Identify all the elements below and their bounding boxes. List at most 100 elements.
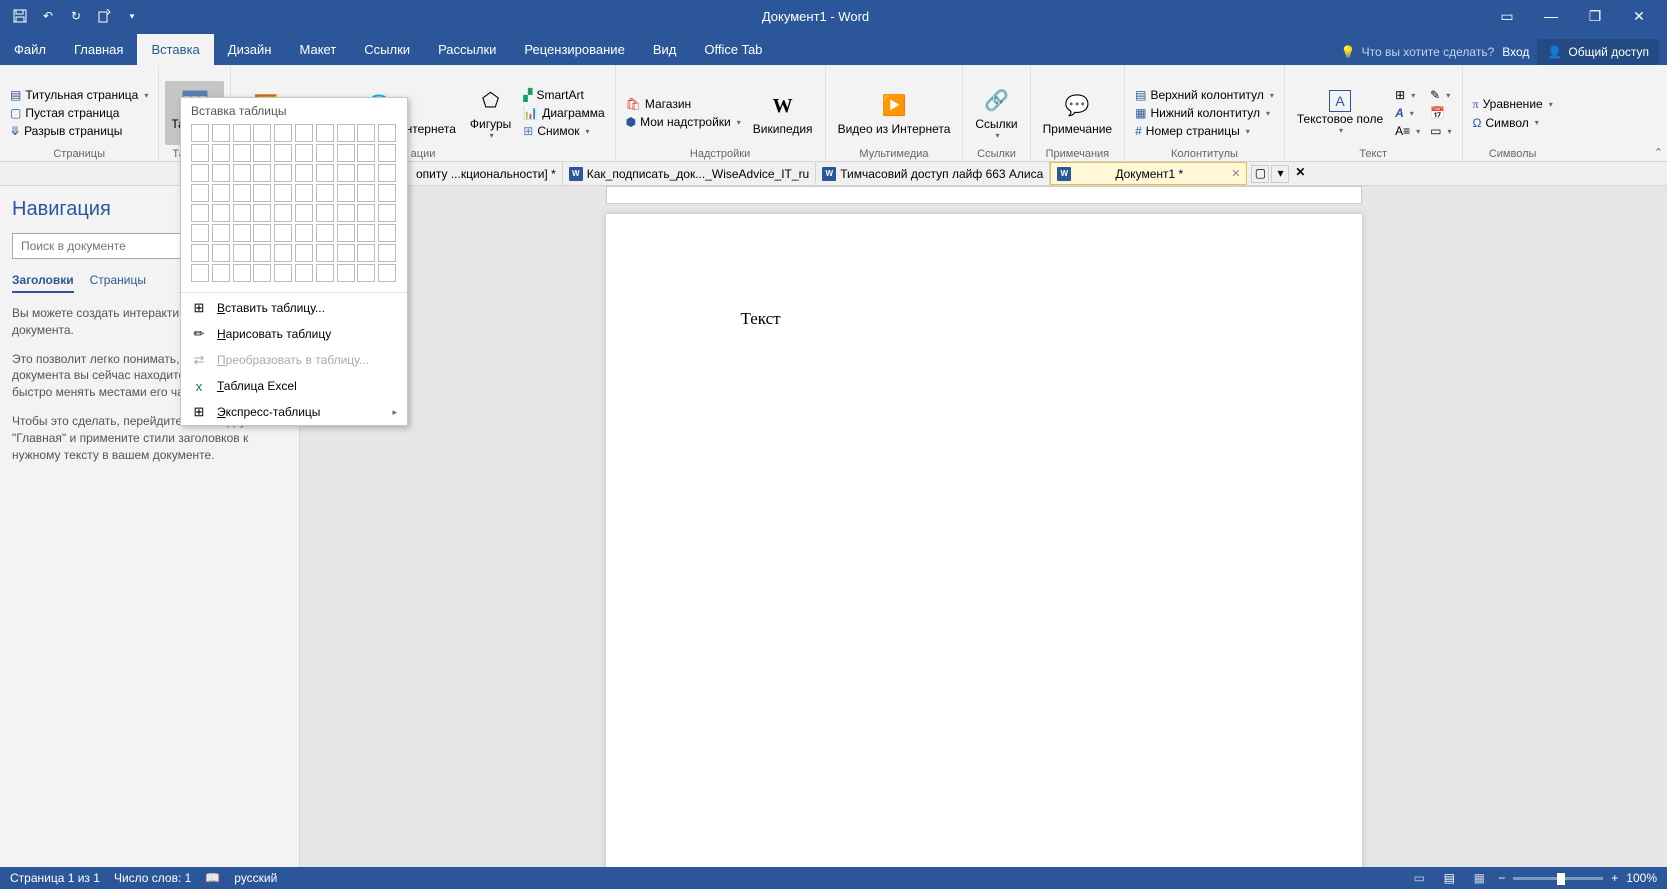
- table-grid-cell[interactable]: [212, 244, 230, 262]
- comment-button[interactable]: 💬Примечание: [1037, 86, 1118, 140]
- table-grid-cell[interactable]: [191, 144, 209, 162]
- doc-tab-2[interactable]: WКак_подписать_док..._WiseAdvice_IT_ru: [563, 162, 817, 185]
- table-grid-cell[interactable]: [233, 244, 251, 262]
- doc-tab-3[interactable]: WТимчасовий доступ лайф 663 Алиса: [816, 162, 1050, 185]
- table-size-grid[interactable]: [181, 124, 407, 290]
- table-grid-cell[interactable]: [295, 204, 313, 222]
- table-grid-cell[interactable]: [233, 144, 251, 162]
- table-grid-cell[interactable]: [295, 264, 313, 282]
- doc-tab-1[interactable]: опиту ...кциональности] *: [410, 162, 563, 185]
- ruler[interactable]: [606, 186, 1362, 204]
- table-grid-cell[interactable]: [316, 144, 334, 162]
- table-grid-cell[interactable]: [274, 224, 292, 242]
- table-grid-cell[interactable]: [274, 264, 292, 282]
- table-grid-cell[interactable]: [357, 224, 375, 242]
- table-grid-cell[interactable]: [378, 184, 396, 202]
- tab-officetab[interactable]: Office Tab: [690, 34, 776, 65]
- collapse-ribbon-button[interactable]: ⌃: [1654, 146, 1663, 159]
- zoom-slider[interactable]: [1513, 877, 1603, 880]
- tab-insert[interactable]: Вставка: [137, 34, 213, 65]
- table-grid-cell[interactable]: [357, 264, 375, 282]
- equation-button[interactable]: πУравнение▾: [1469, 95, 1557, 114]
- table-grid-cell[interactable]: [233, 124, 251, 142]
- table-grid-cell[interactable]: [212, 184, 230, 202]
- table-grid-cell[interactable]: [274, 244, 292, 262]
- nav-tab-headings[interactable]: Заголовки: [12, 273, 74, 293]
- close-tab-icon[interactable]: ✕: [1231, 167, 1240, 180]
- table-grid-cell[interactable]: [253, 204, 271, 222]
- shapes-button[interactable]: ⬠Фигуры▾: [464, 81, 517, 145]
- table-grid-cell[interactable]: [233, 164, 251, 182]
- table-grid-cell[interactable]: [316, 264, 334, 282]
- wordart-button[interactable]: A▾: [1391, 104, 1424, 122]
- ribbon-options-button[interactable]: ▭: [1487, 2, 1527, 30]
- table-grid-cell[interactable]: [357, 204, 375, 222]
- table-grid-cell[interactable]: [253, 264, 271, 282]
- table-grid-cell[interactable]: [295, 124, 313, 142]
- table-grid-cell[interactable]: [233, 204, 251, 222]
- tab-design[interactable]: Дизайн: [214, 34, 286, 65]
- draw-table-item[interactable]: ✏Нарисовать таблицу: [181, 321, 407, 347]
- table-grid-cell[interactable]: [316, 184, 334, 202]
- tab-file[interactable]: Файл: [0, 34, 60, 65]
- blank-page-button[interactable]: ▢Пустая страница: [6, 104, 152, 122]
- table-grid-cell[interactable]: [337, 264, 355, 282]
- table-grid-cell[interactable]: [253, 184, 271, 202]
- zoom-in-button[interactable]: +: [1611, 871, 1618, 885]
- table-grid-cell[interactable]: [295, 184, 313, 202]
- tab-list-button[interactable]: ▾: [1271, 165, 1289, 183]
- page-status[interactable]: Страница 1 из 1: [10, 871, 100, 885]
- table-grid-cell[interactable]: [191, 244, 209, 262]
- insert-table-item[interactable]: ⊞Вставить таблицу...: [181, 295, 407, 321]
- textbox-button[interactable]: AТекстовое поле▾: [1291, 86, 1389, 140]
- table-grid-cell[interactable]: [378, 244, 396, 262]
- store-button[interactable]: 🛍Магазин: [622, 95, 745, 113]
- table-grid-cell[interactable]: [316, 244, 334, 262]
- table-grid-cell[interactable]: [337, 144, 355, 162]
- table-grid-cell[interactable]: [357, 144, 375, 162]
- symbol-button[interactable]: ΩСимвол▾: [1469, 114, 1557, 132]
- repeat-button[interactable]: [92, 4, 116, 28]
- table-grid-cell[interactable]: [253, 244, 271, 262]
- print-layout-button[interactable]: ▤: [1438, 869, 1460, 887]
- table-grid-cell[interactable]: [191, 204, 209, 222]
- table-grid-cell[interactable]: [274, 144, 292, 162]
- table-grid-cell[interactable]: [357, 184, 375, 202]
- table-grid-cell[interactable]: [337, 244, 355, 262]
- tab-mailings[interactable]: Рассылки: [424, 34, 510, 65]
- table-grid-cell[interactable]: [316, 164, 334, 182]
- dropcap-button[interactable]: A≡▾: [1391, 122, 1424, 140]
- table-grid-cell[interactable]: [316, 124, 334, 142]
- table-grid-cell[interactable]: [274, 164, 292, 182]
- table-grid-cell[interactable]: [378, 224, 396, 242]
- quickparts-button[interactable]: ⊞▾: [1391, 86, 1424, 104]
- table-grid-cell[interactable]: [378, 264, 396, 282]
- table-grid-cell[interactable]: [191, 264, 209, 282]
- myaddins-button[interactable]: ⬢Мои надстройки▾: [622, 113, 745, 131]
- table-grid-cell[interactable]: [337, 204, 355, 222]
- tab-home[interactable]: Главная: [60, 34, 137, 65]
- table-grid-cell[interactable]: [295, 164, 313, 182]
- excel-table-item[interactable]: xТаблица Excel: [181, 373, 407, 399]
- wikipedia-button[interactable]: WВикипедия: [747, 86, 819, 140]
- doc-tab-4[interactable]: WДокумент1 *✕: [1050, 162, 1247, 185]
- table-grid-cell[interactable]: [295, 224, 313, 242]
- spell-check-icon[interactable]: 📖: [205, 871, 220, 885]
- close-all-button[interactable]: ✕: [1291, 165, 1309, 183]
- table-grid-cell[interactable]: [274, 184, 292, 202]
- tell-me-search[interactable]: 💡Что вы хотите сделать?: [1341, 45, 1495, 59]
- pagenum-button[interactable]: #Номер страницы▾: [1131, 122, 1278, 140]
- table-grid-cell[interactable]: [233, 184, 251, 202]
- table-grid-cell[interactable]: [212, 164, 230, 182]
- table-grid-cell[interactable]: [357, 244, 375, 262]
- document-text[interactable]: Текст: [741, 309, 1227, 329]
- quick-tables-item[interactable]: ⊞Экспресс-таблицы▸: [181, 399, 407, 425]
- table-grid-cell[interactable]: [337, 164, 355, 182]
- table-grid-cell[interactable]: [274, 204, 292, 222]
- table-grid-cell[interactable]: [378, 204, 396, 222]
- tab-references[interactable]: Ссылки: [350, 34, 424, 65]
- table-grid-cell[interactable]: [253, 164, 271, 182]
- share-button[interactable]: 👤Общий доступ: [1537, 39, 1659, 65]
- zoom-level[interactable]: 100%: [1626, 871, 1657, 885]
- table-grid-cell[interactable]: [191, 224, 209, 242]
